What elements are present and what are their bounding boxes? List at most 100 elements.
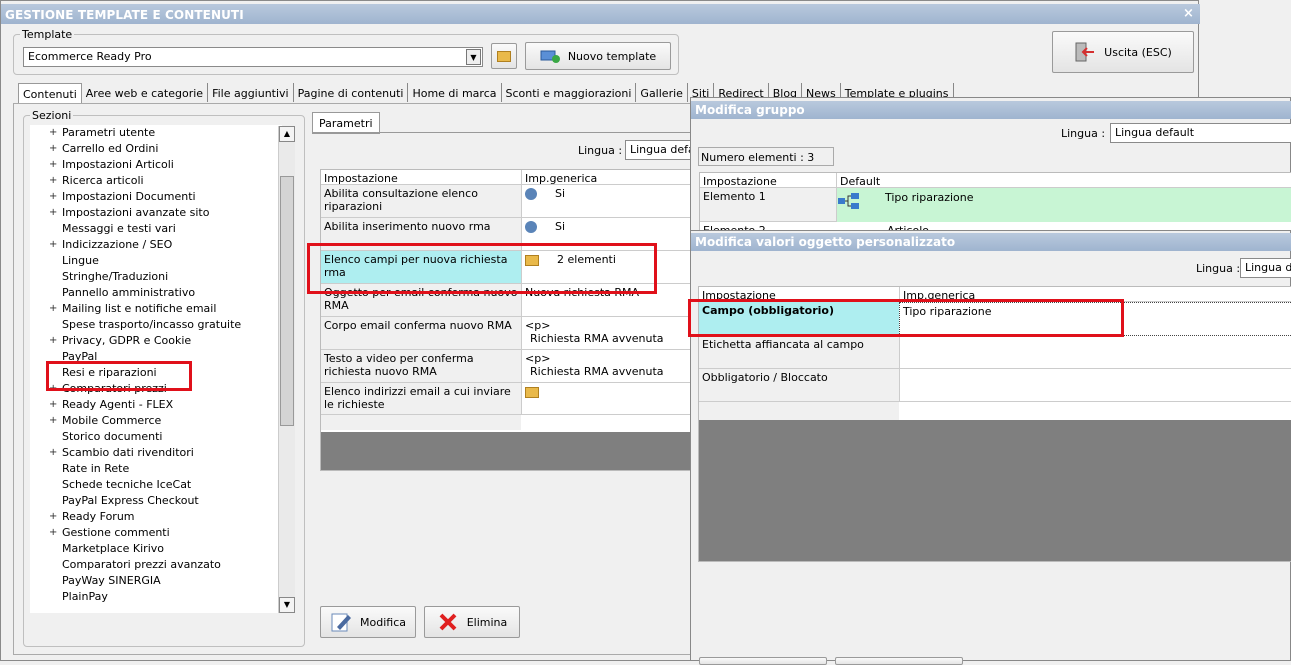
exit-button[interactable]: Uscita (ESC) [1052,31,1194,73]
scroll-down-icon[interactable]: ▼ [279,597,295,613]
expand-plus-icon[interactable]: + [49,125,57,141]
tree-item[interactable]: Lingue [30,253,282,269]
tree-item[interactable]: + Impostazioni avanzate sito [30,205,282,221]
tab-home-marca[interactable]: Home di marca [408,83,502,102]
tree-item[interactable]: + Parametri utente [30,125,282,141]
window-title: GESTIONE TEMPLATE E CONTENUTI [5,8,244,22]
params-row-value[interactable]: Si [521,185,701,218]
tree-item[interactable]: Storico documenti [30,429,282,445]
expand-plus-icon[interactable]: + [49,173,57,189]
custom-footer-button-2[interactable] [835,657,963,665]
scroll-thumb[interactable] [280,176,294,426]
params-row-setting[interactable]: Corpo email conferma nuovo RMA [321,317,521,350]
tab-aree-web[interactable]: Aree web e categorie [82,83,209,102]
custom-lang-select[interactable]: Lingua default [1240,258,1291,278]
tree-item[interactable]: + Impostazioni Articoli [30,157,282,173]
params-row-value[interactable]: <p> Richiesta RMA avvenuta [521,317,701,350]
tree-item-label: Stringhe/Traduzioni [62,270,169,283]
group-lang-select[interactable]: Lingua default [1110,123,1291,143]
tab-contenuti[interactable]: Contenuti [18,83,82,104]
tree-item[interactable]: + Impostazioni Documenti [30,189,282,205]
tree-item[interactable]: + Ready Agenti - FLEX [30,397,282,413]
params-row-empty [321,415,521,430]
params-row-setting[interactable]: Abilita consultazione elenco riparazioni [321,185,521,218]
params-row-value[interactable]: <p> Richiesta RMA avvenuta [521,350,701,383]
expand-plus-icon[interactable]: + [49,237,57,253]
tree-item[interactable]: + Ready Forum [30,509,282,525]
expand-plus-icon[interactable]: + [49,413,57,429]
tree-item-label: Ready Agenti - FLEX [62,398,174,411]
tree-item[interactable]: + Carrello ed Ordini [30,141,282,157]
custom-footer-button-1[interactable] [699,657,827,665]
expand-plus-icon[interactable]: + [49,301,57,317]
params-row-value-text: Si [555,187,566,200]
tree-item[interactable]: + Privacy, GDPR e Cookie [30,333,282,349]
expand-plus-icon[interactable]: + [49,205,57,221]
params-lang-label: Lingua : [578,144,623,157]
tree-item[interactable]: Rate in Rete [30,461,282,477]
tree-item[interactable]: Spese trasporto/incasso gratuite [30,317,282,333]
params-row-setting[interactable]: Elenco indirizzi email a cui inviare le … [321,383,521,415]
custom-row-3-value[interactable] [899,369,1291,402]
expand-plus-icon[interactable]: + [49,509,57,525]
group-row-1-value[interactable]: Tipo riparazione [836,188,1291,222]
group-row-1-setting[interactable]: Elemento 1 [700,188,836,222]
params-row-setting[interactable]: Testo a video per conferma richiesta nuo… [321,350,521,383]
tree-item-label: Mailing list e notifiche email [62,302,217,315]
delete-label: Elimina [466,615,508,629]
tree-item[interactable]: PlainPay [30,589,282,605]
tab-file-aggiuntivi[interactable]: File aggiuntivi [208,83,294,102]
tree-item[interactable]: + Gestione commenti [30,525,282,541]
expand-plus-icon[interactable]: + [49,445,57,461]
tree-item-label: Pannello amministrativo [62,286,196,299]
expand-plus-icon[interactable]: + [49,397,57,413]
delete-button[interactable]: Elimina [424,606,520,638]
tab-pagine-contenuti[interactable]: Pagine di contenuti [294,83,409,102]
close-icon[interactable]: × [1183,6,1194,21]
tree-item[interactable]: Pannello amministrativo [30,285,282,301]
expand-plus-icon[interactable]: + [49,333,57,349]
tree-item-label: Marketplace Kirivo [62,542,164,555]
tree-item[interactable]: Schede tecniche IceCat [30,477,282,493]
scroll-up-icon[interactable]: ▲ [279,126,295,142]
tree-item[interactable]: + Ricerca articoli [30,173,282,189]
tree-item-label: Ricerca articoli [62,174,144,187]
tree-item[interactable]: PayPal Express Checkout [30,493,282,509]
group-col-setting: Impostazione [700,173,836,188]
tab-gallerie[interactable]: Gallerie [636,83,688,102]
tree-item[interactable]: + Indicizzazione / SEO [30,237,282,253]
new-template-button[interactable]: Nuovo template [525,42,671,70]
expand-plus-icon[interactable]: + [49,141,57,157]
tree-scrollbar[interactable]: ▲ ▼ [278,126,295,613]
open-folder-button[interactable] [491,43,517,69]
tab-parametri[interactable]: Parametri [312,112,380,134]
tree-item[interactable]: + Mobile Commerce [30,413,282,429]
params-col-setting: Impostazione [321,170,521,185]
custom-row-2-setting[interactable]: Etichetta affiancata al campo [699,336,899,369]
tree-item-label: PayPal Express Checkout [62,494,199,507]
group-tree-icon [838,193,859,209]
sections-legend: Sezioni [32,109,72,122]
tree-item[interactable]: Marketplace Kirivo [30,541,282,557]
tree-item[interactable]: + Scambio dati rivenditori [30,445,282,461]
delete-x-icon [439,613,457,631]
tree-item[interactable]: + Mailing list e notifiche email [30,301,282,317]
highlight-campo [688,299,1124,337]
tree-item[interactable]: Comparatori prezzi avanzato [30,557,282,573]
custom-row-3-setting[interactable]: Obbligatorio / Bloccato [699,369,899,402]
custom-row-2-value[interactable] [899,336,1291,369]
tree-item-label: Comparatori prezzi avanzato [62,558,221,571]
tree-item[interactable]: Stringhe/Traduzioni [30,269,282,285]
template-select[interactable]: Ecommerce Ready Pro ▼ [23,47,483,67]
params-grid: Impostazione Imp.generica Abilita consul… [320,169,701,471]
params-row-value[interactable] [521,383,701,415]
expand-plus-icon[interactable]: + [49,189,57,205]
edit-button[interactable]: Modifica [320,606,416,638]
tree-item[interactable]: PayWay SINERGIA [30,573,282,589]
chevron-down-icon[interactable]: ▼ [466,49,481,65]
expand-plus-icon[interactable]: + [49,157,57,173]
tab-sconti[interactable]: Sconti e maggiorazioni [502,83,637,102]
expand-plus-icon[interactable]: + [49,525,57,541]
tree-item-label: Spese trasporto/incasso gratuite [62,318,242,331]
tree-item[interactable]: Messaggi e testi vari [30,221,282,237]
